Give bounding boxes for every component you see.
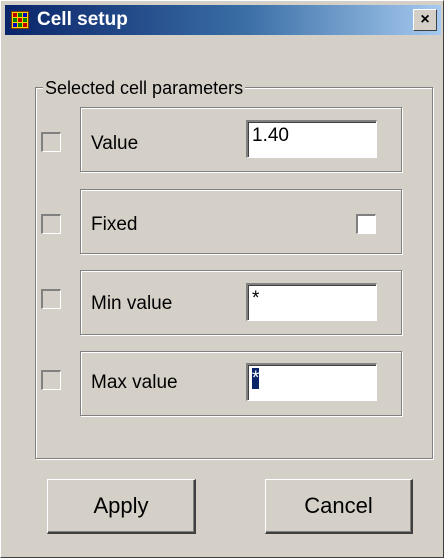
max-value-input-text: * — [252, 368, 260, 389]
fixed-checkbox[interactable] — [356, 214, 376, 234]
grid-table-icon — [11, 11, 29, 29]
fixed-enable-checkbox[interactable] — [41, 214, 61, 234]
close-icon: × — [420, 11, 430, 28]
value-enable-checkbox[interactable] — [41, 132, 61, 152]
min-value-enable-checkbox[interactable] — [41, 289, 61, 309]
group-legend: Selected cell parameters — [43, 78, 246, 98]
cell-setup-dialog: Cell setup × Selected cell parameters Va… — [0, 0, 444, 558]
min-value-input[interactable]: * — [246, 283, 377, 321]
fixed-label: Fixed — [91, 214, 138, 235]
max-value-label: Max value — [91, 372, 178, 393]
cancel-button[interactable]: Cancel — [265, 479, 413, 534]
min-value-label: Min value — [91, 293, 173, 314]
max-value-enable-checkbox[interactable] — [41, 370, 61, 390]
title-bar[interactable]: Cell setup × — [5, 5, 441, 35]
value-label: Value — [91, 133, 139, 154]
max-value-input[interactable]: * — [246, 363, 377, 401]
window-title: Cell setup — [37, 9, 128, 30]
close-button[interactable]: × — [413, 9, 437, 31]
apply-button[interactable]: Apply — [47, 479, 196, 534]
value-input-text: 1.40 — [252, 125, 289, 146]
value-input[interactable]: 1.40 — [246, 120, 377, 158]
min-value-input-text: * — [252, 288, 260, 309]
